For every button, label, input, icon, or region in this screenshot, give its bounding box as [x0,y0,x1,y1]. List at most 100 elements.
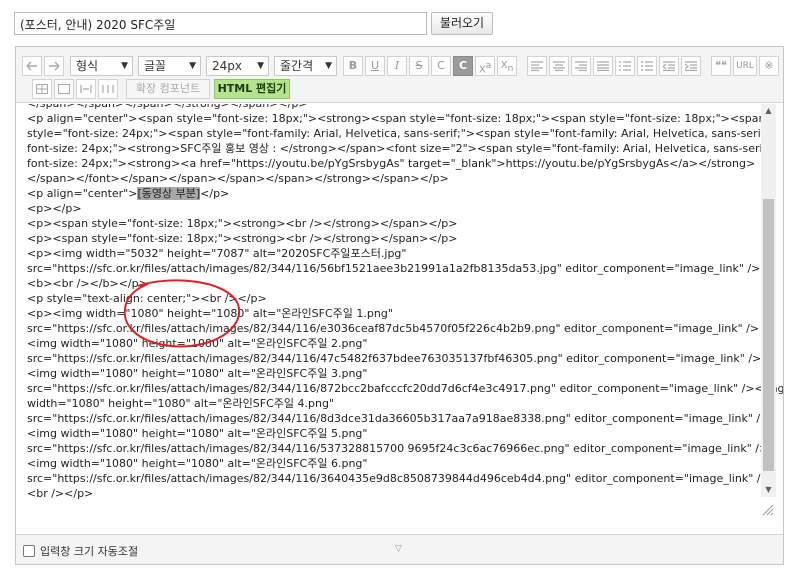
split-cells-icon [80,85,92,93]
extend-component-button[interactable]: 확장 컴포넌트 [126,79,210,99]
code-line: </span></span></span></strong></span></p… [27,104,760,111]
line-spacing-select-label: 줄간격 [280,59,314,73]
quote-button[interactable]: ❝❝ [711,56,731,76]
code-line: style="font-size: 24px;"><span style="fo… [27,127,769,140]
align-right-button[interactable] [571,56,591,76]
html-code-area[interactable]: </span></span></span></strong></span></p… [16,104,783,533]
align-center-button[interactable] [549,56,569,76]
code-line: <p style="text-align: center;"><br /></p… [27,292,267,305]
superscript-label: X [478,64,486,76]
resize-grip-icon[interactable] [758,500,774,516]
code-line: <p><span style="font-size: 18px;"><stron… [27,217,458,230]
outdent-button[interactable] [659,56,679,76]
outdent-icon [662,61,675,72]
editor-footer: 입력창 크기 자동조절 ▽ [16,534,783,564]
code-line: font-size: 24px;"><strong>SFC주일 홍보 영상 : … [27,142,771,155]
scroll-down-arrow-icon[interactable]: ▼ [761,483,776,497]
code-line: src="https://sfc.or.kr/files/attach/imag… [27,382,783,395]
merge-cells-button[interactable] [54,79,74,99]
scroll-thumb[interactable] [763,199,774,471]
font-select-label: 글꼴 [144,59,167,73]
code-line: <img width="1080" height="1080" alt="온라인… [27,367,368,380]
code-line: src="https://sfc.or.kr/files/attach/imag… [27,412,770,425]
align-left-icon [531,61,543,72]
underline-button[interactable]: U [365,56,385,76]
chevron-down-icon: ▼ [325,61,332,71]
url-button[interactable]: URL [733,56,757,76]
redo-arrow-icon [49,61,60,71]
code-line: </span></font></span></span></span></spa… [27,172,449,185]
code-line: src="https://sfc.or.kr/files/attach/imag… [27,442,769,455]
chevron-down-icon: ▼ [257,61,264,71]
merge-cells-icon [58,84,70,94]
subscript-label: X [500,60,508,71]
html-editor-button[interactable]: HTML 편집기 [214,79,290,99]
bg-color-button[interactable]: C [453,56,473,76]
toolbar: 형식 ▼ 글꼴 ▼ 24px ▼ 줄간격 ▼ B U I S C C Xa Xn ❝❝ … [16,47,783,103]
align-right-icon [575,61,587,72]
unordered-list-icon [641,61,653,71]
chevron-down-icon: ▼ [189,61,196,71]
ordered-list-button[interactable] [615,56,635,76]
insert-column-button[interactable] [98,79,118,99]
unordered-list-button[interactable] [637,56,657,76]
code-line: <p><img width="5032" height="7087" alt="… [27,247,407,260]
special-char-button[interactable]: ※ [759,56,779,76]
code-line: <p></p> [27,202,82,215]
indent-button[interactable] [681,56,701,76]
code-line: <b><br /></b></p> [27,277,148,290]
code-line: <img width="1080" height="1080" alt="온라인… [27,427,368,440]
code-line: <p><img width="1080" height="1080" alt="… [27,307,393,320]
split-cells-button[interactable] [76,79,96,99]
table-button[interactable] [32,79,52,99]
table-icon [36,84,48,94]
code-line: width="1080" height="1080" alt="온라인SFC주일… [27,397,334,410]
auto-resize-checkbox[interactable] [23,545,35,557]
align-justify-icon [597,61,609,72]
code-line: <p><span style="font-size: 18px;"><stron… [27,232,458,245]
code-line: <p align="center"><span style="font-size… [27,112,766,125]
indent-icon [684,61,697,72]
undo-button[interactable] [22,56,42,76]
html-code-text[interactable]: </span></span></span></strong></span></p… [27,104,783,501]
align-justify-button[interactable] [593,56,613,76]
resize-handle-icon[interactable]: ▽ [395,544,402,554]
superscript-button[interactable]: Xa [475,56,495,76]
load-button[interactable]: 불러오기 [431,12,493,35]
selected-text-highlight: [동영상 부분] [137,187,201,200]
size-select-label: 24px [212,59,242,73]
code-line: font-size: 24px;"><strong><a href="https… [27,157,756,170]
superscript-small-label: a [485,61,492,71]
subscript-small-label: n [507,64,514,74]
code-line: src="https://sfc.or.kr/files/attach/imag… [27,262,761,275]
text-color-button[interactable]: C [431,56,451,76]
italic-button[interactable]: I [387,56,407,76]
auto-resize-label[interactable]: 입력창 크기 자동조절 [40,543,138,559]
code-line: src="https://sfc.or.kr/files/attach/imag… [27,472,770,485]
code-line: <p align="center">[동영상 부분]</p> [27,187,230,200]
bold-button[interactable]: B [343,56,363,76]
scroll-up-arrow-icon[interactable]: ▲ [761,104,776,118]
font-select[interactable]: 글꼴 ▼ [138,56,201,76]
undo-arrow-icon [26,61,37,71]
code-line: src="https://sfc.or.kr/files/attach/imag… [27,352,762,365]
code-line: <br /></p> [27,487,94,500]
editor: 형식 ▼ 글꼴 ▼ 24px ▼ 줄간격 ▼ B U I S C C Xa Xn ❝❝ … [15,46,784,565]
title-input[interactable]: (포스터, 안내) 2020 SFC주일 [14,12,427,35]
subscript-button[interactable]: Xn [497,56,517,76]
vertical-scrollbar[interactable]: ▲ ▼ [761,104,776,497]
format-select-label: 형식 [76,59,99,73]
insert-column-icon [102,85,114,93]
align-center-icon [553,61,565,72]
align-left-button[interactable] [527,56,547,76]
strike-button[interactable]: S [409,56,429,76]
redo-button[interactable] [44,56,64,76]
format-select[interactable]: 형식 ▼ [70,56,133,76]
chevron-down-icon: ▼ [121,61,128,71]
code-line: <img width="1080" height="1080" alt="온라인… [27,457,368,470]
code-line: <img width="1080" height="1080" alt="온라인… [27,337,368,350]
ordered-list-icon [619,61,631,71]
line-spacing-select[interactable]: 줄간격 ▼ [274,56,337,76]
size-select[interactable]: 24px ▼ [206,56,269,76]
code-line: src="https://sfc.or.kr/files/attach/imag… [27,322,760,335]
